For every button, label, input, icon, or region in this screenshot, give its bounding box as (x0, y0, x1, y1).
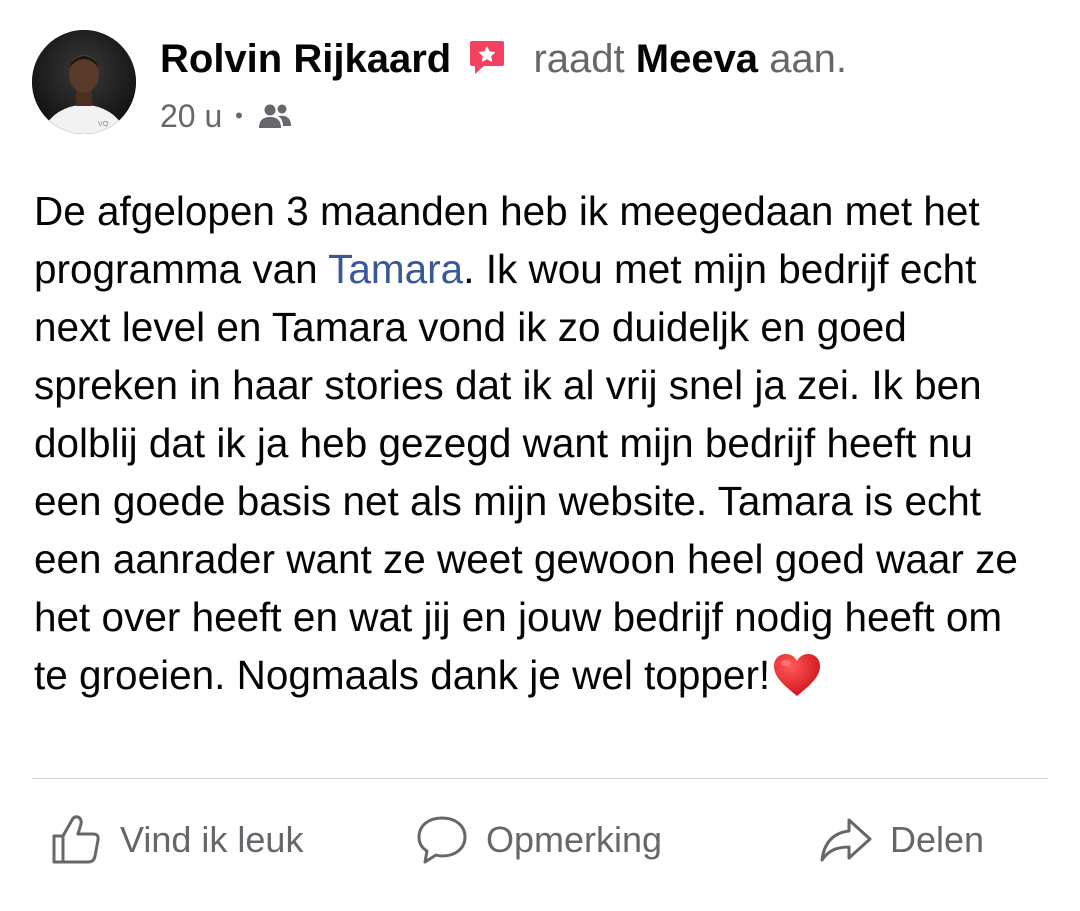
recommendation-badge-icon (468, 38, 506, 88)
post-meta: 20 u • (160, 94, 292, 141)
comment-icon (417, 816, 467, 864)
post-action-bar: Vind ik leuk Opmerking Delen (0, 800, 1080, 880)
like-label: Vind ik leuk (120, 819, 304, 860)
actions-divider (32, 778, 1048, 779)
post-text: De afgelopen 3 maanden heb ik meegedaan … (34, 182, 1044, 713)
author-avatar[interactable]: VQ (32, 30, 136, 134)
recommends-verb: raadt (533, 37, 625, 81)
post-header: VQ Rolvin Rijkaard raadt Meeva aan. 20 u… (32, 30, 1060, 140)
thumbs-up-icon (52, 815, 100, 864)
author-name[interactable]: Rolvin Rijkaard (160, 37, 451, 81)
share-button[interactable]: Delen (818, 810, 984, 870)
comment-button[interactable]: Opmerking (414, 810, 662, 870)
mention-link[interactable]: Tamara (328, 246, 463, 292)
post-text-part2: . Ik wou met mijn bedrijf echt next leve… (34, 246, 1018, 698)
share-icon (820, 818, 872, 862)
svg-text:VQ: VQ (98, 120, 109, 128)
recommends-suffix: aan. (769, 37, 848, 81)
post-timestamp[interactable]: 20 u (160, 98, 222, 134)
friends-icon[interactable] (258, 97, 292, 141)
like-button[interactable]: Vind ik leuk (48, 810, 303, 870)
share-label: Delen (890, 819, 985, 860)
post-body: De afgelopen 3 maanden heb ik meegedaan … (34, 182, 1044, 713)
meta-separator: • (235, 103, 243, 128)
comment-label: Opmerking (486, 819, 663, 860)
red-heart-icon (772, 652, 822, 713)
facebook-recommendation-post: VQ Rolvin Rijkaard raadt Meeva aan. 20 u… (0, 0, 1080, 911)
recommended-page-name[interactable]: Meeva (636, 37, 758, 81)
post-title-line: Rolvin Rijkaard raadt Meeva aan. (160, 34, 847, 88)
